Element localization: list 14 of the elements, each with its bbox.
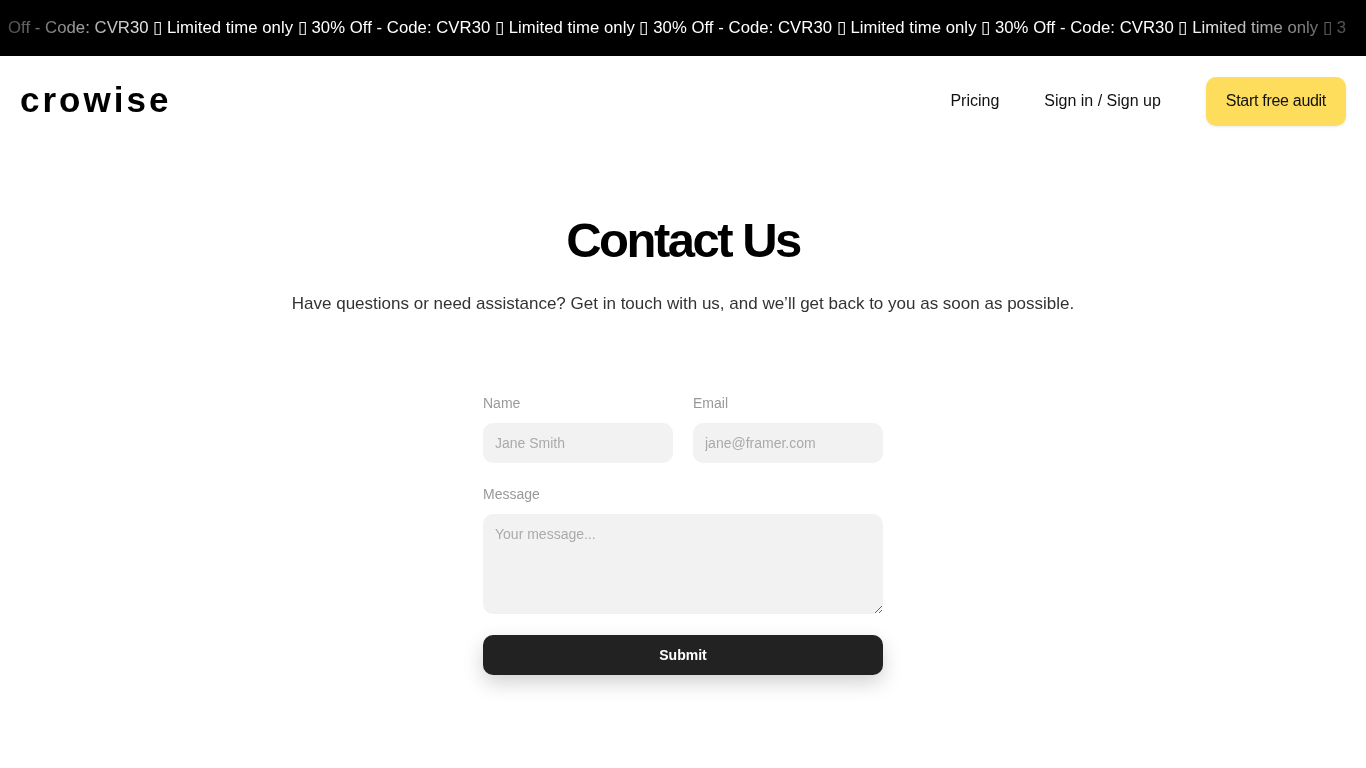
submit-button[interactable]: Submit: [483, 635, 883, 675]
field-label: Email: [693, 394, 728, 413]
input-field[interactable]: Jane Smith: [483, 423, 673, 463]
nav-link[interactable]: Sign in / Sign up: [1044, 89, 1161, 113]
message-field[interactable]: Your message...: [483, 514, 883, 614]
nav-link[interactable]: Pricing: [950, 89, 1000, 113]
page-subtitle: Have questions or need assistance? Get in touch with us, and we’ll get back to you as soon as possible.: [291, 293, 1075, 315]
logo[interactable]: crowise: [20, 81, 172, 121]
field-label: Name: [483, 394, 521, 413]
promo-text: Off - Code: CVR30 ▯ Limited time only ▯ 30% Off - Code: CVR30 ▯ Limited time only ▯ 30% Off - Code: CVR30 ▯ Limited time only ▯ 30% Off - Code: CVR30 ▯ Limited time only ▯ 3: [8, 17, 1346, 40]
start-audit-button[interactable]: Start free audit: [1205, 76, 1346, 126]
field-label: Message: [483, 485, 540, 504]
input-field[interactable]: jane@framer.com: [693, 423, 883, 463]
page-title: Contact Us: [566, 212, 800, 269]
